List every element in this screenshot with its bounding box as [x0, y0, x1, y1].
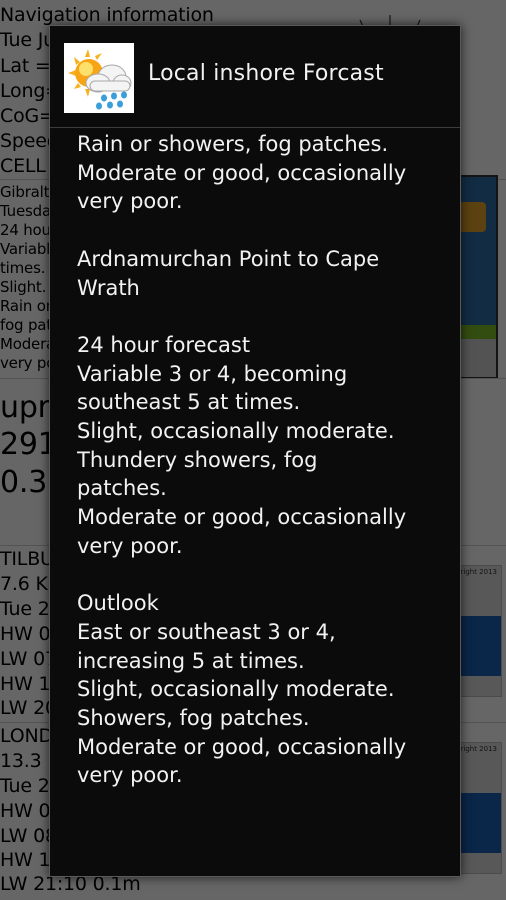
forecast-paragraph: Ardnamurchan Point to Cape Wrath [77, 246, 380, 300]
dialog-header: Local inshore Forcast [50, 26, 460, 128]
forecast-text-scroll[interactable]: Rain or showers, fog patches. Moderate o… [77, 130, 452, 870]
forecast-dialog: Local inshore Forcast Rain or showers, f… [49, 25, 461, 877]
weather-sun-cloud-rain-icon [64, 43, 134, 113]
forecast-paragraph: Outlook East or southeast 3 or 4, increa… [77, 591, 407, 788]
forecast-paragraph: Rain or showers, fog patches. Moderate o… [77, 132, 407, 214]
forecast-paragraph: 24 hour forecast Variable 3 or 4, becomi… [77, 332, 407, 558]
dialog-title: Local inshore Forcast [148, 61, 384, 86]
